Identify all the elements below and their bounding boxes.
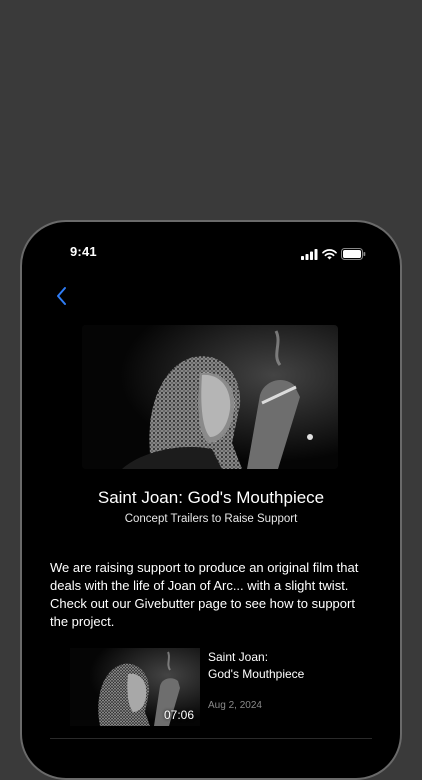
page-subtitle: Concept Trailers to Raise Support xyxy=(124,513,298,525)
status-bar: 9:41 xyxy=(22,222,400,282)
signal-icon xyxy=(301,247,318,265)
battery-icon xyxy=(341,247,366,265)
status-icons xyxy=(301,247,366,265)
wifi-icon xyxy=(322,247,337,265)
list-divider xyxy=(50,738,372,739)
phone-frame: 9:41 Saint Joan: God's Mouthpiece Concep… xyxy=(20,220,402,780)
video-title-text: Saint Joan: God's Mouthpiece xyxy=(208,650,305,681)
description-text: We are raising support to produce an ori… xyxy=(50,560,359,629)
status-time: 9:41 xyxy=(70,244,97,259)
video-thumbnail: 07:06 xyxy=(70,648,200,726)
video-duration: 07:06 xyxy=(163,708,194,722)
back-button[interactable] xyxy=(50,284,74,308)
page-title: Saint Joan: God's Mouthpiece xyxy=(97,488,325,507)
chevron-left-icon xyxy=(57,287,66,305)
video-list-item[interactable]: 07:06 Saint Joan: God's Mouthpiece Aug 2… xyxy=(70,646,380,730)
video-date: Aug 2, 2024 xyxy=(208,700,262,711)
hero-image xyxy=(82,325,338,469)
video-title: Saint Joan: God's Mouthpiece xyxy=(208,649,378,683)
